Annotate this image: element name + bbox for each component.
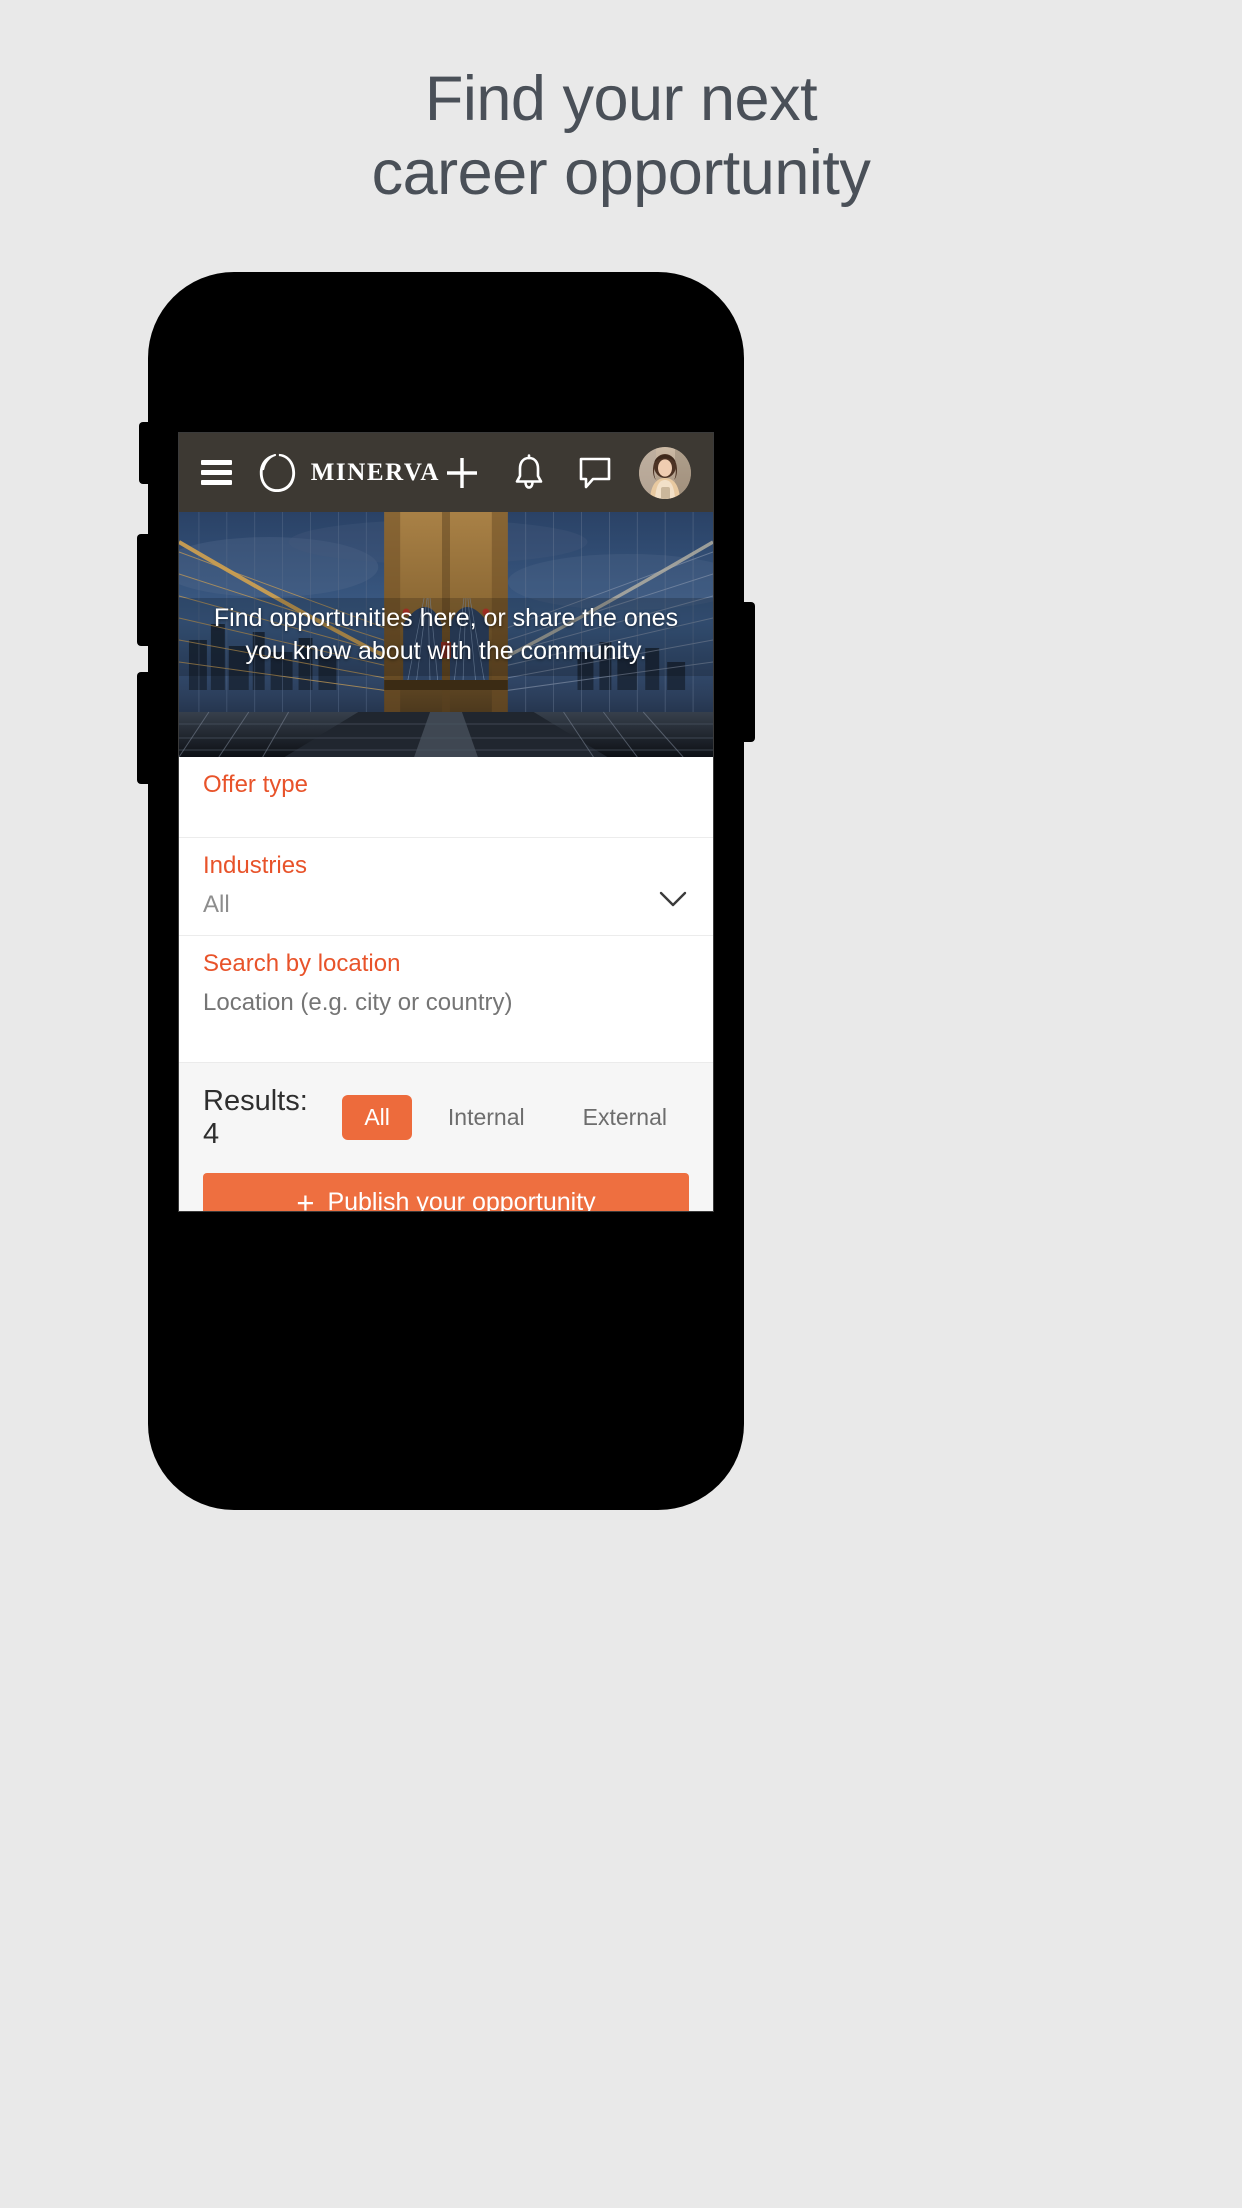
headline-line-2: career opportunity [371,138,871,209]
headline-line-1: Find your next [424,64,818,134]
tab-all[interactable]: All [342,1095,412,1141]
plus-icon[interactable] [440,449,483,497]
search-location-input[interactable] [203,978,689,1033]
chevron-down-icon[interactable] [659,891,687,913]
page-title: Find your next career opportunity [0,62,1242,211]
phone-mockup: MINERVA Find opportunities here, or shar… [137,272,755,1510]
promo-screenshot: Find your next career opportunity MINERV… [0,0,1242,2208]
brand-name: MINERVA [310,458,441,486]
results-bar: Results: 4 All Internal External + Publi… [179,1062,713,1212]
location-label: Search by location [203,949,401,977]
publish-opportunity-button[interactable]: + Publish your opportunity [203,1172,689,1212]
location-field[interactable]: Search by location [179,936,713,1033]
power-button[interactable] [743,602,755,742]
industries-field[interactable]: Industries All [179,838,713,935]
tab-internal[interactable]: Internal [426,1095,547,1140]
bell-icon[interactable] [507,449,550,497]
volume-up-button[interactable] [137,534,149,646]
results-row: Results: 4 All Internal External [203,1085,689,1151]
hamburger-menu-icon[interactable] [201,460,232,485]
app-header: MINERVA [179,433,713,512]
industries-value: All [203,890,230,918]
industries-label: Industries [203,852,308,879]
brand-logo[interactable]: MINERVA [256,451,440,495]
filters-bottom-gap [179,1032,713,1063]
phone-screen: MINERVA Find opportunities here, or shar… [178,432,714,1212]
publish-button-label: Publish your opportunity [327,1187,596,1212]
filter-form: Offer type Industries All Search by loca [179,757,713,1063]
hero-text: Find opportunities here, or share the on… [213,603,679,665]
chat-bubble-icon[interactable] [574,449,617,497]
hero-banner: Find opportunities here, or share the on… [179,512,713,757]
tab-external[interactable]: External [561,1095,689,1140]
plus-icon: + [296,1184,315,1212]
results-count: Results: 4 [203,1084,308,1150]
offer-type-value [203,800,689,826]
offer-type-field[interactable]: Offer type [179,757,713,837]
volume-down-button[interactable] [137,672,149,784]
silent-switch-button[interactable] [139,422,149,484]
avatar[interactable] [639,446,691,499]
offer-type-label: Offer type [203,771,308,798]
circle-brushstroke-icon [256,451,298,495]
